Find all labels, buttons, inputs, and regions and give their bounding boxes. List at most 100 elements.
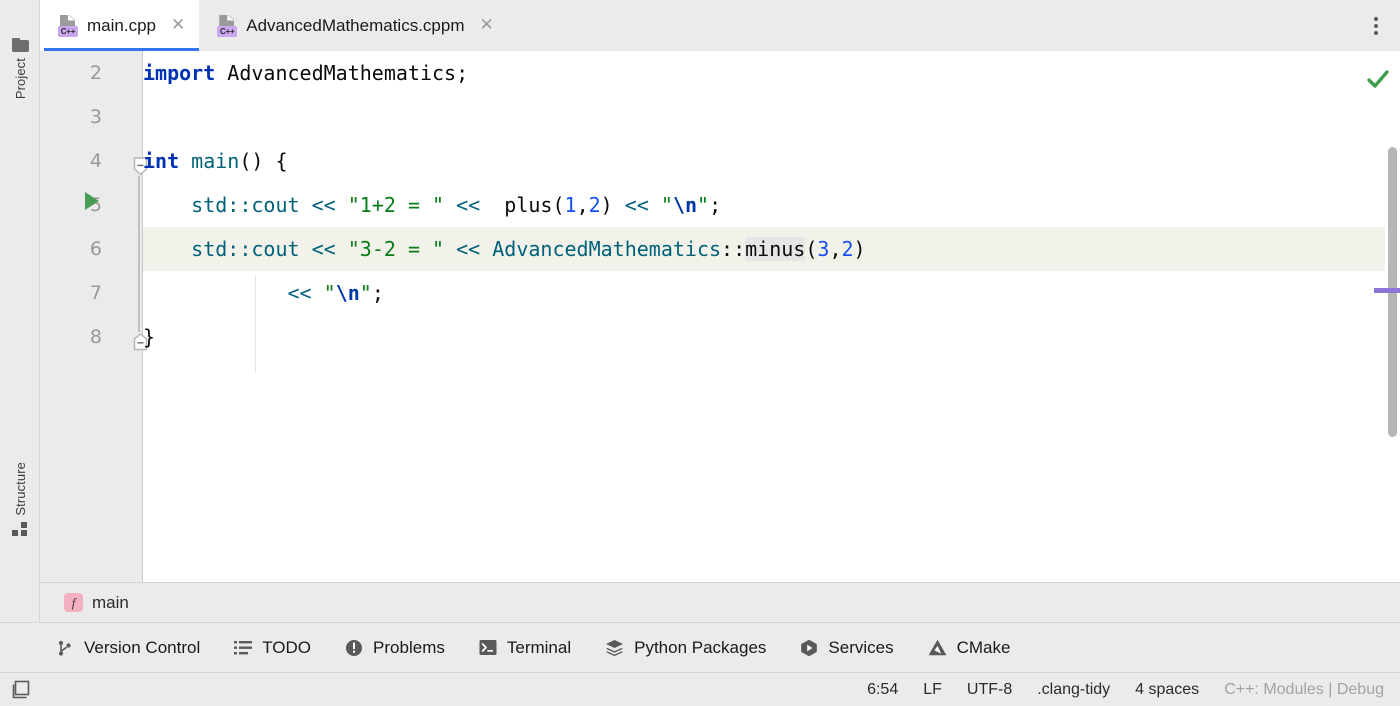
code-token: "1+2 = "	[348, 193, 444, 217]
close-icon[interactable]: ✕	[480, 17, 494, 34]
sidebar-item-project[interactable]: Project	[0, 38, 40, 99]
code-token	[336, 237, 348, 261]
code-token: std	[191, 193, 227, 217]
code-token: ,	[577, 193, 589, 217]
line-number: 8	[40, 315, 102, 359]
terminal-icon	[479, 639, 497, 656]
code-token: 1	[565, 193, 577, 217]
tool-window-bar: Version Control TODO	[0, 622, 1400, 672]
usage-marker[interactable]	[1374, 288, 1400, 293]
cpp-file-icon: C++	[58, 15, 78, 37]
tab-main-cpp-label: main.cpp	[87, 16, 156, 36]
code-token: minus	[745, 237, 805, 261]
code-token: import	[143, 61, 215, 85]
status-bar: 6:54 LF UTF-8 .clang-tidy 4 spaces C++: …	[0, 672, 1400, 706]
code-token	[143, 237, 191, 261]
code-token: "	[360, 281, 372, 305]
more-options-icon[interactable]	[1365, 14, 1387, 38]
code-token: "3-2 = "	[348, 237, 444, 261]
sidebar-item-structure-label: Structure	[13, 462, 28, 516]
code-token: AdvancedMathematics	[492, 237, 721, 261]
code-token	[312, 281, 324, 305]
code-token	[480, 237, 492, 261]
code-token: cout	[251, 193, 299, 217]
tool-button-todo[interactable]: TODO	[234, 638, 311, 658]
code-line-7: << "\n";	[143, 271, 384, 315]
sidebar-item-structure[interactable]: Structure	[0, 462, 40, 538]
code-token: ;	[372, 281, 384, 305]
code-token: \n	[673, 193, 697, 217]
status-line-separator[interactable]: LF	[923, 681, 942, 699]
tool-button-cmake[interactable]: CMake	[928, 638, 1011, 658]
code-token: 2	[589, 193, 601, 217]
tool-button-problems[interactable]: Problems	[345, 638, 445, 658]
tool-button-terminal[interactable]: Terminal	[479, 638, 571, 658]
breadcrumb: f main	[40, 582, 1400, 622]
code-token	[444, 193, 456, 217]
code-token: )	[601, 193, 625, 217]
code-line-5: std::cout << "1+2 = " << plus(1,2) << "\…	[143, 183, 721, 227]
list-icon	[234, 640, 252, 656]
line-number: 6	[40, 227, 102, 271]
code-token: ::	[721, 237, 745, 261]
triangle-icon	[928, 639, 947, 656]
play-hexagon-icon	[800, 639, 818, 657]
close-icon[interactable]: ✕	[171, 17, 185, 34]
tool-button-services[interactable]: Services	[800, 638, 893, 658]
code-token: 2	[842, 237, 854, 261]
no-problems-check-icon[interactable]	[1366, 67, 1390, 96]
stacked-windows-icon[interactable]	[11, 680, 31, 700]
code-token: main	[191, 149, 239, 173]
layers-icon	[605, 639, 624, 657]
tool-button-todo-label: TODO	[262, 638, 311, 658]
status-caret-position[interactable]: 6:54	[867, 681, 898, 699]
tab-main-cpp[interactable]: C++ main.cpp ✕	[40, 0, 199, 51]
breadcrumb-item-main[interactable]: main	[92, 593, 129, 613]
code-line-6: std::cout << "3-2 = " << AdvancedMathema…	[143, 227, 866, 271]
code-token	[300, 237, 312, 261]
left-tool-rail: Project Structure	[0, 0, 40, 672]
tool-button-terminal-label: Terminal	[507, 638, 571, 658]
tab-advancedmathematics-cppm[interactable]: C++ AdvancedMathematics.cppm ✕	[199, 0, 508, 51]
status-code-style[interactable]: .clang-tidy	[1037, 681, 1110, 699]
tool-button-services-label: Services	[828, 638, 893, 658]
code-token: <<	[312, 193, 336, 217]
run-main-icon[interactable]	[85, 192, 99, 210]
status-encoding[interactable]: UTF-8	[967, 681, 1012, 699]
code-token: <<	[288, 281, 312, 305]
warning-circle-icon	[345, 639, 363, 657]
code-line-2: import AdvancedMathematics;	[143, 51, 468, 95]
code-token	[143, 193, 191, 217]
code-token	[649, 193, 661, 217]
git-branch-icon	[56, 639, 74, 657]
code-token: () {	[239, 149, 287, 173]
editor-gutter[interactable]: 2 3 4 5 6 7 8	[40, 51, 143, 582]
code-token: "	[324, 281, 336, 305]
editor-tab-bar: C++ main.cpp ✕ C++ AdvancedMathematics.c…	[40, 0, 1400, 51]
status-configuration[interactable]: C++: Modules | Debug	[1224, 681, 1384, 699]
code-token: cout	[251, 237, 299, 261]
code-token: }	[143, 325, 155, 349]
cpp-file-icon: C++	[217, 15, 237, 37]
tool-button-cmake-label: CMake	[957, 638, 1011, 658]
function-badge-icon: f	[64, 593, 83, 612]
code-token: "	[661, 193, 673, 217]
editor-scrollbar[interactable]	[1385, 51, 1400, 582]
tool-button-python-packages[interactable]: Python Packages	[605, 638, 766, 658]
line-number: 4	[40, 139, 102, 183]
status-indent[interactable]: 4 spaces	[1135, 681, 1199, 699]
folder-icon	[12, 38, 29, 52]
tool-button-version-control[interactable]: Version Control	[56, 638, 200, 658]
code-token: "	[697, 193, 709, 217]
ide-window: Project Structure C++ main.cpp ✕ C++ Adv…	[0, 0, 1400, 706]
code-token: ::	[227, 237, 251, 261]
code-token	[444, 237, 456, 261]
code-token	[179, 149, 191, 173]
tool-button-problems-label: Problems	[373, 638, 445, 658]
code-token: int	[143, 149, 179, 173]
code-text-area[interactable]: import AdvancedMathematics; int main() {…	[143, 51, 1400, 582]
code-token: ,	[829, 237, 841, 261]
code-editor[interactable]: 2 3 4 5 6 7 8	[40, 51, 1400, 582]
code-token: )	[854, 237, 866, 261]
fold-region-line	[138, 176, 140, 332]
